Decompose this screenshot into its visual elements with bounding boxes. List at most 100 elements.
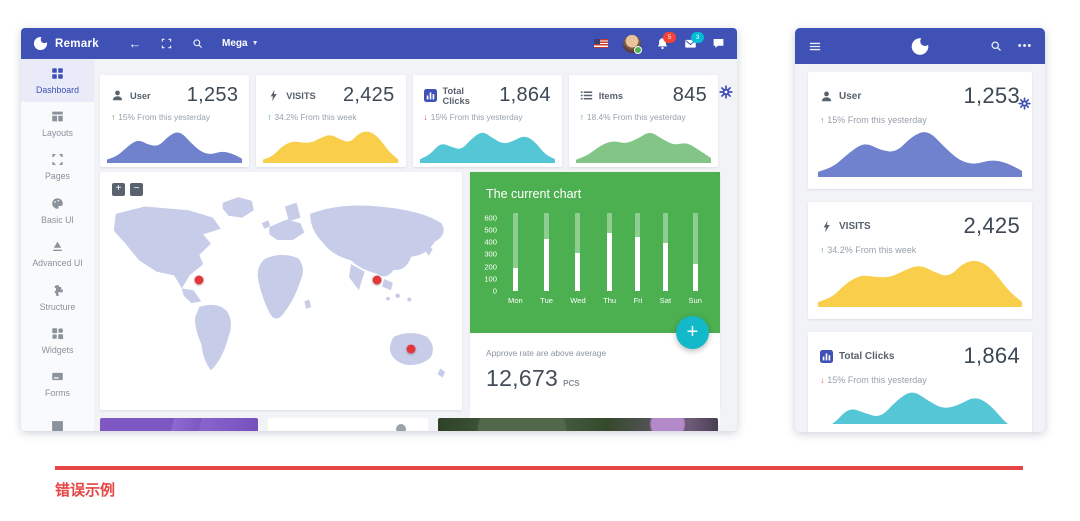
mail-icon[interactable]: 3	[684, 37, 697, 50]
map-zoom-out-button[interactable]: −	[130, 183, 143, 196]
bar-chart: 0100200300400500600 MonTueWedThuFriSatSu…	[470, 209, 720, 305]
trend-text: 15% From this yesterday	[118, 112, 210, 122]
bar-track[interactable]	[693, 213, 698, 291]
sidebar-item-tables[interactable]	[21, 406, 94, 431]
y-axis-tick: 500	[484, 226, 497, 235]
brand-title[interactable]: Remark	[55, 38, 99, 50]
stat-card-label: User	[839, 91, 861, 102]
remark-logo-icon[interactable]	[911, 37, 930, 56]
bar-x-label: Sat	[660, 296, 671, 305]
stat-card[interactable]: User1,253↑15% From this yesterday	[808, 72, 1032, 189]
stat-card-trend: ↑34.2% From this week	[267, 112, 394, 122]
tables-icon	[51, 420, 64, 431]
stat-card[interactable]: Total Clicks1,864↓15% From this yesterda…	[413, 75, 562, 167]
stat-card-value: 1,253	[963, 83, 1020, 109]
bar-chart-icon	[820, 350, 833, 363]
sidebar-item-dashboard[interactable]: Dashboard	[21, 59, 94, 102]
stat-card-header: VISITS2,425	[820, 213, 1020, 239]
sidebar-item-basic-ui[interactable]: Basic UI	[21, 189, 94, 232]
desktop-navbar: Remark ← Mega▼ 5 3	[21, 28, 737, 59]
bar-column: Sat	[660, 213, 671, 305]
bar-track[interactable]	[663, 213, 668, 291]
partial-photo-card[interactable]	[438, 418, 718, 431]
stat-card[interactable]: User1,253↑15% From this yesterday	[100, 75, 249, 167]
stat-card-label: Total Clicks	[443, 86, 494, 106]
bar-x-label: Sun	[688, 296, 702, 305]
stat-card[interactable]: Total Clicks1,864↓15% From this yesterda…	[808, 332, 1032, 432]
area-sparkline	[107, 129, 242, 163]
bar-track[interactable]	[635, 213, 640, 291]
map-zoom-in-button[interactable]: +	[112, 183, 125, 196]
chart-footer: + Approve rate are above average 12,673 …	[470, 333, 720, 425]
stat-card-trend: ↑18.4% From this yesterday	[580, 112, 707, 122]
stat-card-value: 845	[673, 84, 707, 107]
bolt-icon	[820, 220, 833, 233]
bar-column: Fri	[633, 213, 642, 305]
language-flag-icon[interactable]	[594, 39, 608, 48]
sidebar-item-label: Structure	[40, 302, 76, 312]
remark-logo-icon[interactable]	[33, 36, 48, 51]
avatar[interactable]	[623, 35, 641, 53]
hamburger-menu-icon[interactable]	[809, 40, 821, 52]
trend-text: 34.2% From this week	[827, 245, 916, 255]
area-sparkline	[576, 129, 711, 163]
bar-fill	[544, 239, 549, 291]
sidebar-item-label: Dashboard	[36, 85, 79, 95]
bar-column: Wed	[570, 213, 585, 305]
bar-x-label: Wed	[570, 296, 585, 305]
mega-menu[interactable]: Mega▼	[222, 38, 259, 49]
search-icon[interactable]	[191, 38, 203, 50]
sidebar-item-advanced-ui[interactable]: Advanced UI	[21, 233, 94, 276]
bar-fill	[693, 264, 698, 291]
back-arrow-icon[interactable]: ←	[129, 38, 141, 50]
sidebar-item-label: Layouts	[42, 128, 73, 138]
bar-track[interactable]	[575, 213, 580, 291]
gear-icon[interactable]	[719, 85, 733, 99]
approve-rate-value: 12,673	[486, 365, 558, 392]
partial-white-card[interactable]	[268, 418, 428, 431]
stat-card[interactable]: VISITS2,425↑34.2% From this week	[256, 75, 405, 167]
sidebar-item-label: Advanced UI	[32, 258, 82, 268]
fullscreen-icon[interactable]	[160, 38, 172, 50]
stat-card-label: Items	[599, 91, 623, 101]
bar-track[interactable]	[607, 213, 612, 291]
mobile-navbar-right: •••	[990, 40, 1031, 52]
stat-card-header: Items 845	[580, 84, 707, 107]
approve-rate-value-row: 12,673 PCS	[486, 365, 704, 392]
bar-column: Mon	[508, 213, 523, 305]
more-options-icon[interactable]: •••	[1019, 40, 1031, 52]
stat-card-label: User	[130, 91, 151, 101]
stat-card[interactable]: Items 845 ↑18.4% From this yesterday	[569, 75, 718, 167]
trend-up-icon: ↑	[111, 112, 115, 122]
partial-purple-card[interactable]	[100, 418, 258, 431]
structure-icon	[51, 284, 64, 299]
trend-down-icon: ↓	[820, 375, 824, 385]
map-marker[interactable]	[194, 276, 203, 285]
sidebar-item-layouts[interactable]: Layouts	[21, 102, 94, 145]
bar-track[interactable]	[544, 213, 549, 291]
notifications-bell-icon[interactable]: 5	[656, 37, 669, 50]
chat-icon[interactable]	[712, 37, 725, 50]
bar-track[interactable]	[513, 213, 518, 291]
stat-card[interactable]: VISITS2,425↑34.2% From this week	[808, 202, 1032, 319]
pages-icon	[51, 153, 64, 168]
add-fab-button[interactable]: +	[676, 316, 709, 349]
sidebar-item-widgets[interactable]: Widgets	[21, 319, 94, 362]
y-axis-tick: 400	[484, 238, 497, 247]
sidebar-item-structure[interactable]: Structure	[21, 276, 94, 319]
sidebar-item-forms[interactable]: Forms	[21, 363, 94, 406]
y-axis-tick: 100	[484, 274, 497, 283]
sidebar-item-label: Basic UI	[41, 215, 74, 225]
gear-icon[interactable]	[1018, 97, 1031, 110]
advanced-ui-icon	[51, 240, 64, 255]
dashboard-icon	[51, 67, 64, 82]
stat-card-label: Total Clicks	[839, 351, 894, 362]
world-map[interactable]	[106, 186, 456, 400]
navbar-left-icons: ← Mega▼	[129, 38, 259, 50]
search-icon[interactable]	[990, 40, 1002, 52]
map-marker[interactable]	[406, 344, 415, 353]
bar-fill	[575, 253, 580, 291]
sidebar-item-pages[interactable]: Pages	[21, 146, 94, 189]
map-marker[interactable]	[373, 276, 382, 285]
y-axis-tick: 300	[484, 250, 497, 259]
